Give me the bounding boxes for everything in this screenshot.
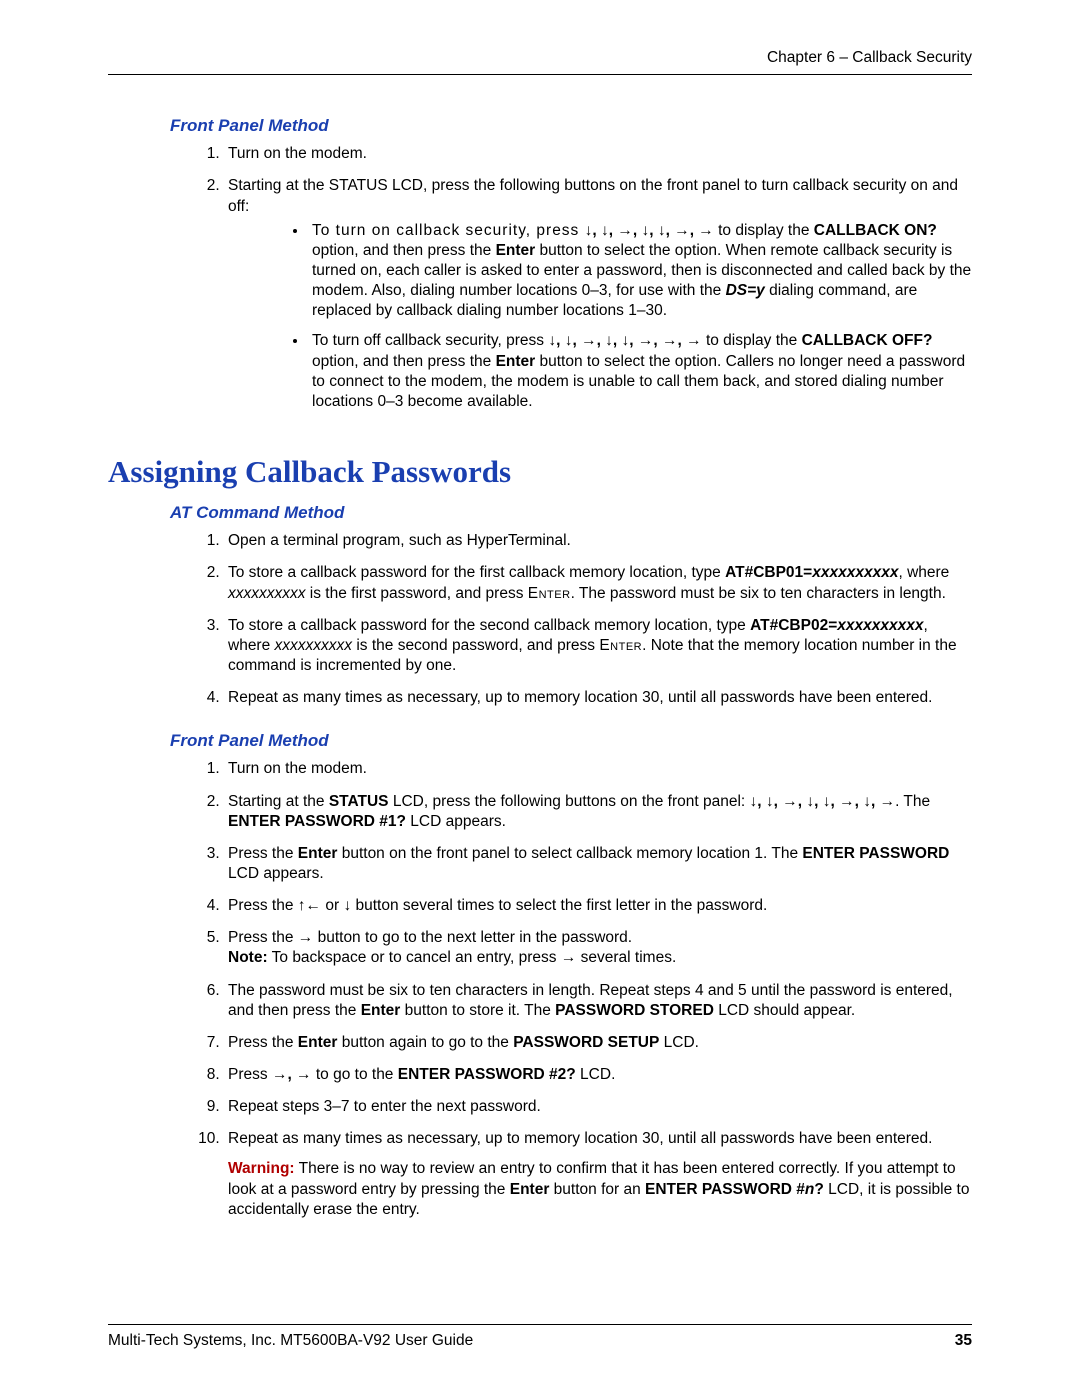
page: Chapter 6 – Callback Security Front Pane… (0, 0, 1080, 1397)
s3-item-5: Press the → button to go to the next let… (224, 928, 972, 968)
enter-button-label: Enter (496, 242, 536, 259)
s3-item-6: The password must be six to ten characte… (224, 981, 972, 1021)
enter-button-label: Enter (510, 1181, 550, 1198)
status-lcd-label: STATUS (329, 793, 389, 810)
callback-on-option: CALLBACK ON? (814, 222, 937, 239)
s3-item-10: Repeat as many times as necessary, up to… (224, 1129, 972, 1220)
enter-key-smallcaps: Enter (599, 637, 642, 654)
s1-bullets: To turn on callback security, press ↓, ↓… (278, 221, 972, 412)
warning-label: Warning: (228, 1160, 295, 1177)
arrow-sequence: →, → (272, 1066, 312, 1083)
heading-front-panel-1: Front Panel Method (170, 115, 972, 137)
list-s1: Turn on the modem. Starting at the STATU… (182, 144, 972, 412)
note-label: Note: (228, 949, 268, 966)
s3-item-3: Press the Enter button on the front pane… (224, 844, 972, 884)
list-s2: Open a terminal program, such as HyperTe… (182, 531, 972, 708)
arrow-sequence: ↓, ↓, →, ↓, ↓, →, ↓, → (750, 793, 896, 810)
s3-item-9: Repeat steps 3–7 to enter the next passw… (224, 1097, 972, 1117)
heading-front-panel-2: Front Panel Method (170, 730, 972, 752)
right-arrow: → (561, 949, 577, 966)
callback-off-option: CALLBACK OFF? (802, 332, 933, 349)
s3-item-8: Press →, → to go to the ENTER PASSWORD #… (224, 1065, 972, 1085)
s2-item-1: Open a terminal program, such as HyperTe… (224, 531, 972, 551)
arrow-sequence: ↓, ↓, →, ↓, ↓, →, → (585, 222, 714, 239)
s3-item-4: Press the ↑← or ↓ button several times t… (224, 896, 972, 916)
at-cbp01-cmd: AT#CBP01= (725, 564, 812, 581)
s3-item-7: Press the Enter button again to go to th… (224, 1033, 972, 1053)
chapter-title: Chapter 6 – Callback Security (767, 49, 972, 66)
enter-button-label: Enter (298, 845, 338, 862)
page-number: 35 (955, 1331, 972, 1351)
s2-item-3: To store a callback password for the sec… (224, 616, 972, 676)
footer-text: Multi-Tech Systems, Inc. MT5600BA-V92 Us… (108, 1331, 473, 1351)
s2-item-4: Repeat as many times as necessary, up to… (224, 688, 972, 708)
enter-password-2-lcd: ENTER PASSWORD #2? (398, 1066, 576, 1083)
page-header: Chapter 6 – Callback Security (108, 48, 972, 75)
arrow-sequence: ↓, ↓, →, ↓, ↓, →, →, → (548, 332, 701, 349)
password-setup-lcd: PASSWORD SETUP (513, 1034, 659, 1051)
ds-y-command: DS=y (726, 282, 765, 299)
page-footer: Multi-Tech Systems, Inc. MT5600BA-V92 Us… (108, 1324, 972, 1351)
enter-button-label: Enter (298, 1034, 338, 1051)
s3-item-1: Turn on the modem. (224, 759, 972, 779)
heading-at-command: AT Command Method (170, 502, 972, 524)
warning-block: Warning: There is no way to review an en… (228, 1159, 972, 1219)
enter-button-label: Enter (361, 1002, 401, 1019)
password-stored-lcd: PASSWORD STORED (555, 1002, 714, 1019)
list-s3: Turn on the modem. Starting at the STATU… (182, 759, 972, 1219)
right-arrow: → (298, 929, 314, 946)
s1-bullet-1: To turn on callback security, press ↓, ↓… (308, 221, 972, 322)
up-left-arrows: ↑← (298, 897, 326, 914)
s1-item-1: Turn on the modem. (224, 144, 972, 164)
s3-item-2: Starting at the STATUS LCD, press the fo… (224, 792, 972, 832)
at-cbp02-cmd: AT#CBP02= (750, 617, 837, 634)
heading-assigning-passwords: Assigning Callback Passwords (108, 452, 972, 492)
s1-item-2: Starting at the STATUS LCD, press the fo… (224, 176, 972, 412)
enter-key-smallcaps: Enter (528, 585, 571, 602)
enter-password-lcd: ENTER PASSWORD (802, 845, 949, 862)
enter-password-1-lcd: ENTER PASSWORD #1? (228, 813, 406, 830)
s1-bullet-2: To turn off callback security, press ↓, … (308, 331, 972, 412)
enter-button-label: Enter (496, 353, 536, 370)
s2-item-2: To store a callback password for the fir… (224, 563, 972, 603)
